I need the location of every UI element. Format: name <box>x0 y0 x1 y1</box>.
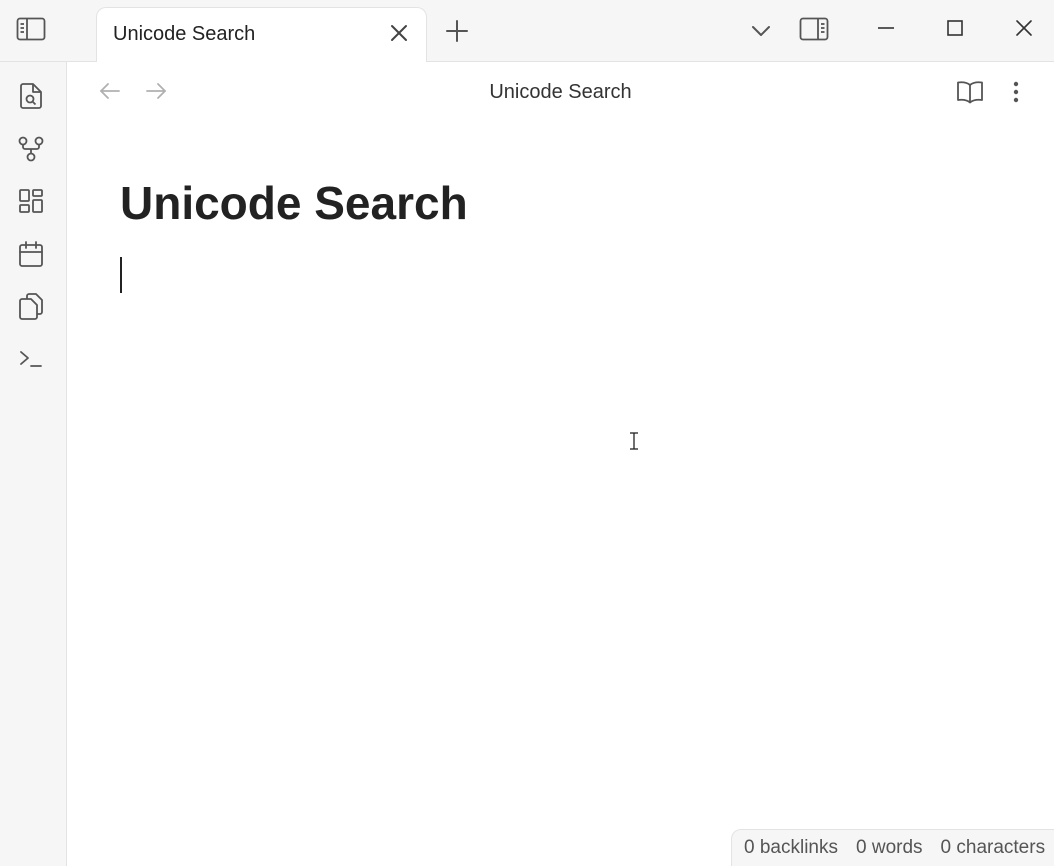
chevron-down-icon <box>752 26 770 36</box>
ribbon-search-files-button[interactable] <box>14 79 48 113</box>
text-cursor-icon <box>630 432 638 450</box>
ribbon-command-palette-button[interactable] <box>14 342 48 376</box>
tab-title: Unicode Search <box>113 23 256 45</box>
sidebar-toggle-icon <box>16 17 46 41</box>
book-open-icon <box>957 81 983 104</box>
ribbon-templates-button[interactable] <box>14 289 48 323</box>
status-bar: 0 backlinks 0 words 0 characters <box>731 829 1054 866</box>
view-header-title[interactable]: Unicode Search <box>67 81 1054 104</box>
new-tab-button[interactable] <box>441 15 473 47</box>
reading-view-button[interactable] <box>954 77 986 107</box>
right-sidebar-toggle-button[interactable] <box>797 13 831 45</box>
left-ribbon <box>0 62 67 866</box>
right-sidebar-toggle-icon <box>799 17 829 41</box>
word-count: 0 words <box>856 837 923 858</box>
backlinks-count[interactable]: 0 backlinks <box>744 837 838 859</box>
graph-icon <box>18 136 44 162</box>
close-window-button[interactable] <box>1006 12 1042 44</box>
tab-close-button[interactable] <box>384 18 414 48</box>
ribbon-graph-view-button[interactable] <box>14 132 48 166</box>
left-sidebar-toggle-button[interactable] <box>14 13 48 45</box>
maximize-icon <box>947 20 963 36</box>
minimize-icon <box>878 27 894 29</box>
search-file-icon <box>20 83 42 109</box>
close-icon <box>1016 20 1032 36</box>
editor-view: Unicode Search Unicode Search <box>67 62 1054 866</box>
maximize-window-button[interactable] <box>937 12 973 44</box>
terminal-icon <box>20 351 42 367</box>
more-vertical-icon <box>1013 81 1019 103</box>
more-options-button[interactable] <box>1001 77 1031 107</box>
calendar-icon <box>19 241 43 267</box>
minimize-window-button[interactable] <box>868 12 904 44</box>
text-caret <box>120 257 122 293</box>
view-header: Unicode Search <box>67 62 1054 122</box>
close-icon <box>391 25 407 41</box>
plus-icon <box>446 20 468 42</box>
tab-list-button[interactable] <box>745 15 777 47</box>
title-bar: Unicode Search <box>0 0 1054 63</box>
tab-unicode-search[interactable]: Unicode Search <box>96 7 427 63</box>
copy-icon <box>19 293 43 320</box>
ribbon-daily-note-button[interactable] <box>14 237 48 271</box>
note-title[interactable]: Unicode Search <box>120 176 468 230</box>
character-count: 0 characters <box>940 837 1046 858</box>
dashboard-icon <box>19 189 43 213</box>
ribbon-canvas-button[interactable] <box>14 184 48 218</box>
